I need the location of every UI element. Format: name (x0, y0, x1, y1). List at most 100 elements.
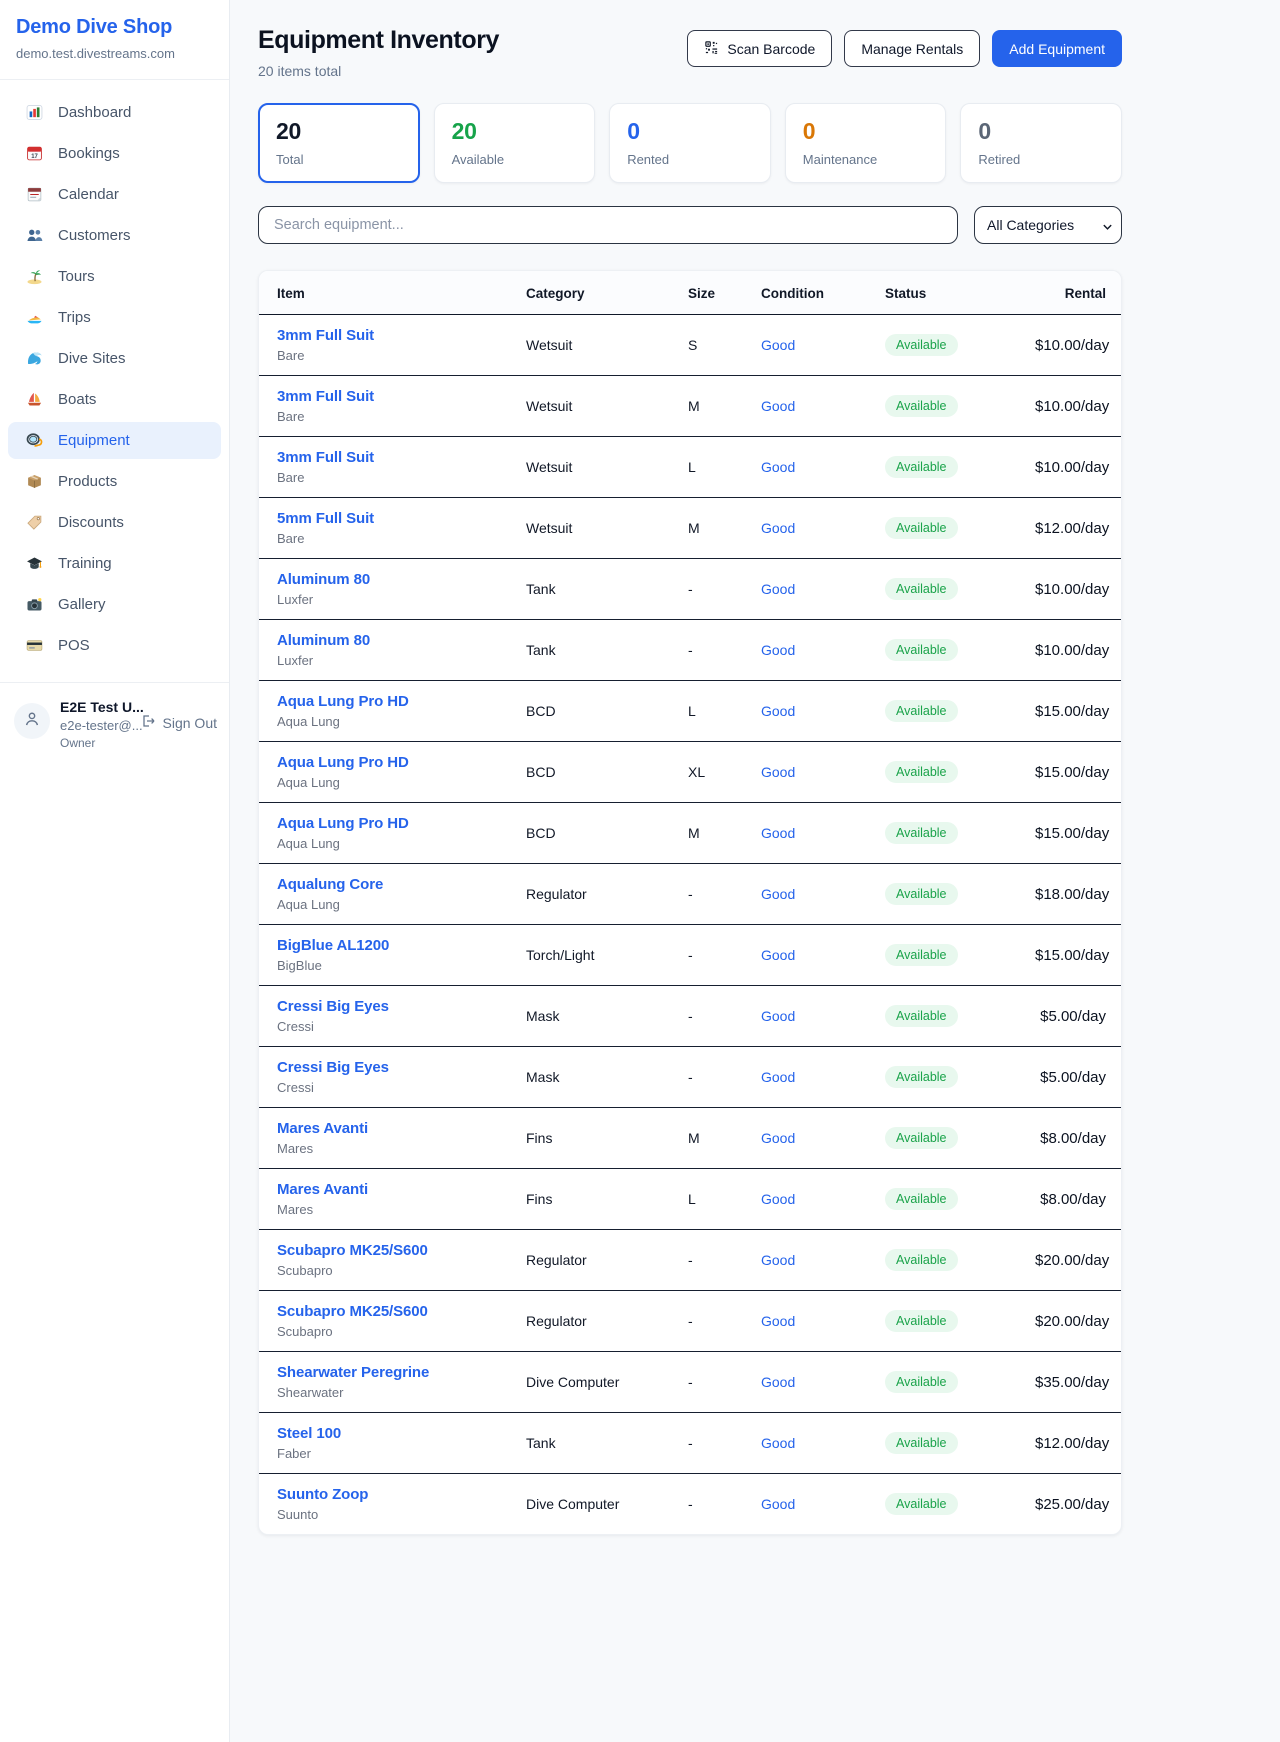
item-name-link[interactable]: Mares Avanti (277, 1181, 526, 1198)
item-name-link[interactable]: Mares Avanti (277, 1120, 526, 1137)
condition-link[interactable]: Good (761, 1496, 795, 1512)
condition-link[interactable]: Good (761, 1008, 795, 1024)
item-name-link[interactable]: Aluminum 80 (277, 571, 526, 588)
condition-link[interactable]: Good (761, 642, 795, 658)
stat-card-retired[interactable]: 0 Retired (960, 103, 1122, 183)
item-brand: Shearwater (277, 1385, 526, 1400)
sidebar-item-label: Discounts (58, 514, 124, 531)
condition-link[interactable]: Good (761, 947, 795, 963)
condition-link[interactable]: Good (761, 1130, 795, 1146)
column-header-status: Status (885, 271, 1035, 315)
stat-value: 0 (803, 118, 929, 145)
item-name-link[interactable]: 5mm Full Suit (277, 510, 526, 527)
condition-link[interactable]: Good (761, 1313, 795, 1329)
condition-link[interactable]: Good (761, 1435, 795, 1451)
item-rental: $8.00/day (1035, 1108, 1121, 1169)
status-badge: Available (885, 700, 958, 722)
sidebar-item-tours[interactable]: Tours (8, 258, 221, 295)
condition-link[interactable]: Good (761, 764, 795, 780)
sidebar-item-trips[interactable]: Trips (8, 299, 221, 336)
item-name-link[interactable]: Aluminum 80 (277, 632, 526, 649)
sidebar-item-boats[interactable]: Boats (8, 381, 221, 418)
item-name-link[interactable]: Cressi Big Eyes (277, 998, 526, 1015)
shop-logo: Demo Dive Shop (16, 16, 213, 39)
condition-link[interactable]: Good (761, 1374, 795, 1390)
condition-link[interactable]: Good (761, 581, 795, 597)
sidebar-item-training[interactable]: Training (8, 545, 221, 582)
item-name-link[interactable]: Suunto Zoop (277, 1486, 526, 1503)
items-total-count: 20 items total (258, 63, 499, 79)
condition-link[interactable]: Good (761, 825, 795, 841)
logo-block: Demo Dive Shop demo.test.divestreams.com (0, 0, 229, 80)
condition-link[interactable]: Good (761, 337, 795, 353)
item-name-link[interactable]: 3mm Full Suit (277, 449, 526, 466)
item-name-link[interactable]: Steel 100 (277, 1425, 526, 1442)
category-select[interactable]: All Categories (974, 206, 1122, 244)
condition-link[interactable]: Good (761, 886, 795, 902)
item-name-link[interactable]: 3mm Full Suit (277, 388, 526, 405)
sidebar-item-label: Trips (58, 309, 91, 326)
sidebar-item-pos[interactable]: POS (8, 627, 221, 664)
condition-link[interactable]: Good (761, 1069, 795, 1085)
stat-card-maintenance[interactable]: 0 Maintenance (785, 103, 947, 183)
item-size: - (688, 620, 761, 681)
condition-link[interactable]: Good (761, 1191, 795, 1207)
condition-link[interactable]: Good (761, 520, 795, 536)
item-name-link[interactable]: 3mm Full Suit (277, 327, 526, 344)
stat-card-available[interactable]: 20 Available (434, 103, 596, 183)
add-equipment-button[interactable]: Add Equipment (992, 30, 1122, 67)
sidebar-item-gallery[interactable]: Gallery (8, 586, 221, 623)
status-badge: Available (885, 1066, 958, 1088)
table-row: Aluminum 80 Luxfer Tank - Good Available… (259, 620, 1121, 681)
condition-link[interactable]: Good (761, 398, 795, 414)
item-rental: $15.00/day (1035, 681, 1121, 742)
item-rental: $12.00/day (1035, 498, 1121, 559)
stat-label: Rented (627, 152, 753, 167)
item-name-link[interactable]: Scubapro MK25/S600 (277, 1242, 526, 1259)
status-badge: Available (885, 639, 958, 661)
item-name-link[interactable]: Aqualung Core (277, 876, 526, 893)
sign-out-icon (140, 713, 156, 732)
status-badge: Available (885, 395, 958, 417)
sign-out-button[interactable]: Sign Out (140, 713, 217, 732)
sidebar-item-customers[interactable]: Customers (8, 217, 221, 254)
item-name-link[interactable]: Aqua Lung Pro HD (277, 693, 526, 710)
sidebar-item-calendar[interactable]: Calendar (8, 176, 221, 213)
search-input[interactable] (258, 206, 958, 244)
user-block: E2E Test U... e2e-tester@... Owner Sign … (0, 682, 229, 770)
item-name-link[interactable]: Shearwater Peregrine (277, 1364, 526, 1381)
stat-card-total[interactable]: 20 Total (258, 103, 420, 183)
condition-link[interactable]: Good (761, 459, 795, 475)
item-name-link[interactable]: Aqua Lung Pro HD (277, 754, 526, 771)
item-brand: Cressi (277, 1080, 526, 1095)
item-name-link[interactable]: Cressi Big Eyes (277, 1059, 526, 1076)
stat-label: Retired (978, 152, 1104, 167)
condition-link[interactable]: Good (761, 1252, 795, 1268)
calendar-icon (26, 186, 43, 203)
item-size: - (688, 1474, 761, 1535)
sidebar-item-dive-sites[interactable]: Dive Sites (8, 340, 221, 377)
item-category: Tank (526, 1413, 688, 1474)
sidebar-item-discounts[interactable]: Discounts (8, 504, 221, 541)
sidebar-item-dashboard[interactable]: Dashboard (8, 94, 221, 131)
sidebar-item-bookings[interactable]: 17 Bookings (8, 135, 221, 172)
table-row: Scubapro MK25/S600 Scubapro Regulator - … (259, 1230, 1121, 1291)
page-header: Equipment Inventory 20 items total (258, 26, 1122, 79)
item-category: Wetsuit (526, 315, 688, 376)
item-name-link[interactable]: Aqua Lung Pro HD (277, 815, 526, 832)
condition-link[interactable]: Good (761, 703, 795, 719)
item-name-link[interactable]: BigBlue AL1200 (277, 937, 526, 954)
sidebar-item-products[interactable]: Products (8, 463, 221, 500)
item-size: S (688, 315, 761, 376)
scan-barcode-label: Scan Barcode (727, 41, 815, 57)
table-row: Cressi Big Eyes Cressi Mask - Good Avail… (259, 986, 1121, 1047)
item-category: Tank (526, 620, 688, 681)
item-name-link[interactable]: Scubapro MK25/S600 (277, 1303, 526, 1320)
page-title: Equipment Inventory (258, 26, 499, 55)
customers-icon (26, 227, 43, 244)
sidebar-item-equipment[interactable]: Equipment (8, 422, 221, 459)
manage-rentals-button[interactable]: Manage Rentals (844, 30, 980, 67)
item-brand: Mares (277, 1202, 526, 1217)
scan-barcode-button[interactable]: Scan Barcode (687, 30, 832, 67)
stat-card-rented[interactable]: 0 Rented (609, 103, 771, 183)
